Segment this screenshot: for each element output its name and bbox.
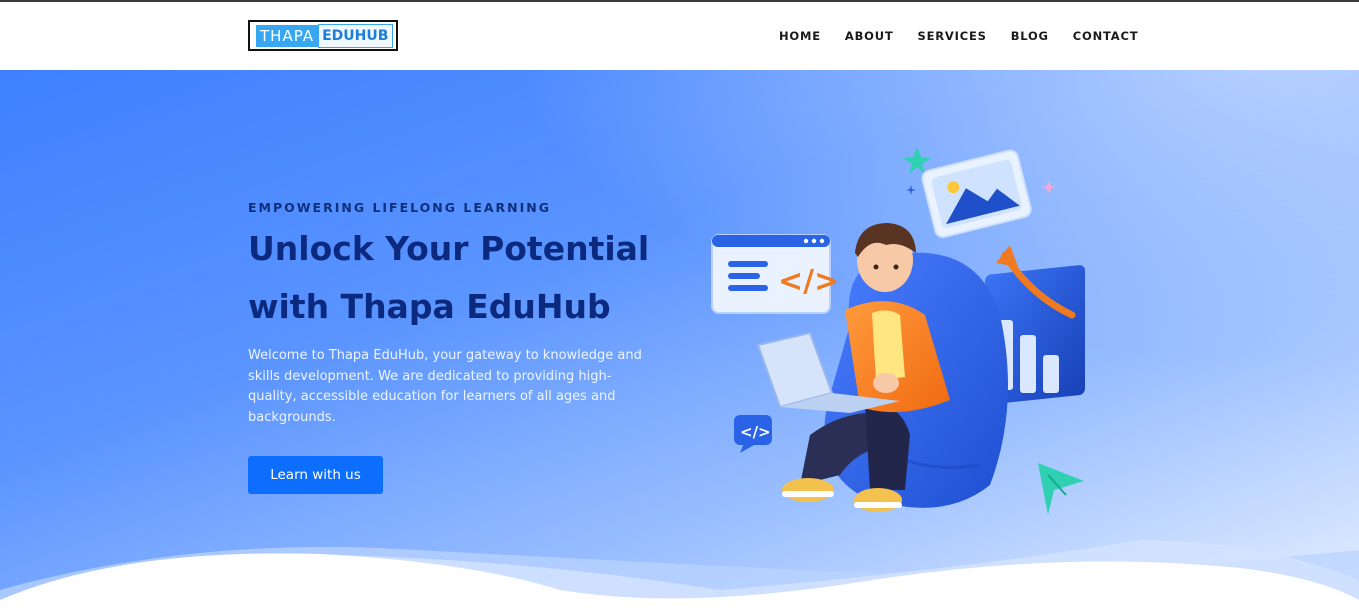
code-bubble-icon: </>	[734, 415, 772, 453]
hero-eyebrow: EMPOWERING LIFELONG LEARNING	[248, 200, 551, 215]
sparkle-pink-icon	[1042, 181, 1056, 194]
code-window-card: </>	[711, 234, 839, 314]
nav-services[interactable]: SERVICES	[918, 29, 987, 43]
main-nav: HOME ABOUT SERVICES BLOG CONTACT	[779, 29, 1138, 43]
logo-part-thapa: THAPA	[256, 24, 319, 47]
student-with-laptop-illustration: </> </>	[711, 147, 1085, 515]
hero-section: EMPOWERING LIFELONG LEARNING Unlock Your…	[0, 70, 1359, 608]
site-header: THAPA EDUHUB HOME ABOUT SERVICES BLOG CO…	[0, 2, 1359, 70]
nav-home[interactable]: HOME	[779, 29, 821, 43]
nav-about[interactable]: ABOUT	[845, 29, 894, 43]
logo-part-eduhub: EDUHUB	[318, 23, 394, 48]
svg-text:</>: </>	[778, 264, 839, 299]
paper-plane-icon	[1038, 463, 1084, 515]
site-logo[interactable]: THAPA EDUHUB	[248, 20, 398, 51]
hero-headline-line2: with Thapa EduHub	[248, 287, 611, 326]
hero-description: Welcome to Thapa EduHub, your gateway to…	[248, 348, 642, 425]
nav-contact[interactable]: CONTACT	[1073, 29, 1139, 43]
learn-with-us-button[interactable]: Learn with us	[248, 456, 383, 494]
sparkle-blue-icon	[906, 185, 916, 195]
image-card-icon	[921, 149, 1032, 238]
svg-text:</>: </>	[740, 423, 771, 441]
hero-headline-line1: Unlock Your Potential	[248, 229, 650, 268]
nav-blog[interactable]: BLOG	[1011, 29, 1049, 43]
sparkle-green-icon	[903, 147, 931, 174]
hero-headline: Unlock Your Potential with Thapa EduHub	[248, 220, 688, 336]
